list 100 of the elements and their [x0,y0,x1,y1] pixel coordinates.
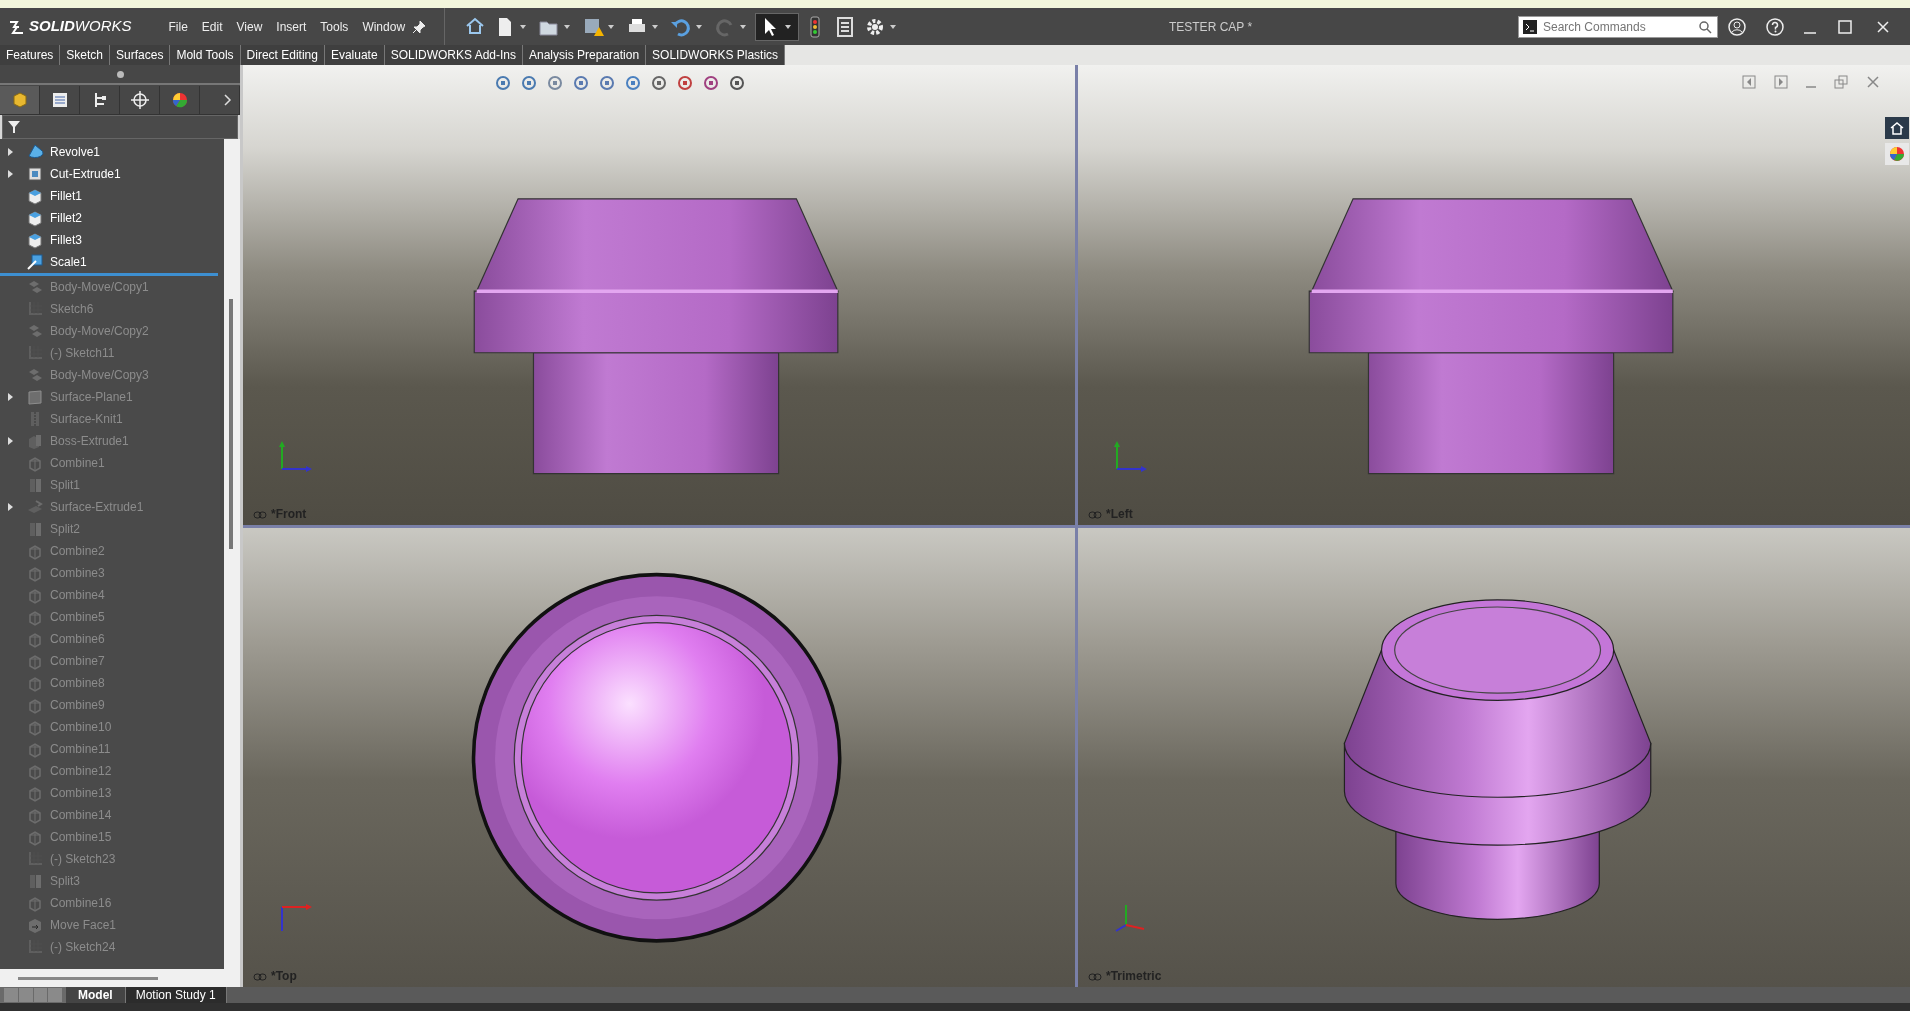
expand-arrow-icon[interactable] [8,148,13,156]
filter-field[interactable] [2,115,238,139]
combine-feature-icon [26,586,44,604]
feature-tree-item[interactable]: Fillet2 [0,207,224,229]
feature-tree-item[interactable]: Split1 [0,474,224,496]
menu-item[interactable]: View [229,15,270,38]
bottom-tab[interactable]: Model [66,987,126,1003]
menu-item[interactable]: Window [355,15,413,38]
feature-tree-item[interactable]: Split3 [0,870,224,892]
menu-item[interactable]: Tools [313,15,356,38]
bottom-tab[interactable]: Motion Study 1 [125,987,227,1003]
feature-tree-item[interactable]: Cut-Extrude1 [0,163,224,185]
next-viewport-icon[interactable] [1774,75,1788,89]
fillet-feature-icon [26,187,44,205]
combine-feature-icon [26,828,44,846]
expand-arrow-icon[interactable] [8,393,13,401]
color-wheel-icon [1889,146,1905,162]
feature-tree-item[interactable]: Combine4 [0,584,224,606]
menu-item[interactable]: Edit [194,15,230,38]
feature-tree-item[interactable]: Combine2 [0,540,224,562]
feature-tree-item[interactable]: Body-Move/Copy2 [0,320,224,342]
revolve-feature-icon [26,143,44,161]
feature-tree-item[interactable]: (-) Sketch24 [0,936,224,958]
panel-tab[interactable] [0,85,40,114]
feature-tree-item[interactable]: Combine5 [0,606,224,628]
feature-tree-item[interactable]: Combine8 [0,672,224,694]
command-tab[interactable]: Mold Tools [170,45,241,65]
previous-viewport-icon[interactable] [1742,75,1756,89]
feature-tree-item[interactable]: Combine15 [0,826,224,848]
feature-tree-item[interactable]: (-) Sketch23 [0,848,224,870]
combine-feature-icon [26,806,44,824]
feature-tree-item[interactable]: Split2 [0,518,224,540]
cut-feature-icon [26,165,44,183]
expand-arrow-icon[interactable] [8,437,13,445]
combine-feature-icon [26,630,44,648]
feature-tree-item[interactable]: Combine7 [0,650,224,672]
pin-icon[interactable] [412,19,427,34]
maximize-icon [1836,17,1854,36]
combine-feature-icon [26,652,44,670]
combine-feature-icon [26,696,44,714]
feature-tree-item[interactable]: Combine16 [0,892,224,914]
feature-tree-item[interactable]: Fillet1 [0,185,224,207]
feature-tree-item[interactable]: Combine9 [0,694,224,716]
combine-feature-icon [26,454,44,472]
logo-text: SOLIDWORKS [29,16,132,37]
feature-tree-item[interactable]: (-) Sketch11 [0,342,224,364]
plane-feature-icon [26,388,44,406]
fillet-feature-icon [26,209,44,227]
chevron-right-icon [223,93,232,106]
command-tab[interactable]: SOLIDWORKS Plastics [646,45,786,65]
expand-arrow-icon[interactable] [8,170,13,178]
feature-tree-item[interactable]: Combine3 [0,562,224,584]
home-icon [1890,121,1904,135]
search-field[interactable]: Search Commands [1518,15,1718,38]
feature-tree-item[interactable]: Revolve1 [0,141,224,163]
feature-tree-item[interactable]: Fillet3 [0,229,224,251]
feature-tree-item[interactable]: Combine1 [0,452,224,474]
search-icon [1698,19,1712,34]
scrollbar-thumb[interactable] [229,299,233,549]
moveface-feature-icon [26,916,44,934]
command-tab[interactable]: Direct Editing [240,45,325,65]
feature-tree-item[interactable]: Surface-Extrude1 [0,496,224,518]
command-tab[interactable]: Surfaces [110,45,171,65]
command-tab[interactable]: Sketch [60,45,111,65]
feature-tree-item[interactable]: Combine11 [0,738,224,760]
command-tab[interactable]: SOLIDWORKS Add-Ins [384,45,523,65]
close-icon[interactable] [1866,75,1880,89]
combine-feature-icon [26,608,44,626]
home-view-button[interactable] [1885,117,1909,139]
menu-item[interactable]: Insert [269,15,314,38]
window-title: TESTER CAP * [1167,18,1254,36]
combine-feature-icon [26,894,44,912]
feature-tree-item[interactable]: Move Face1 [0,914,224,936]
pointer-button[interactable] [755,12,800,41]
surface-feature-icon [26,498,44,516]
panel-grip-dot[interactable] [116,70,124,78]
feature-tree-item[interactable]: Surface-Knit1 [0,408,224,430]
expand-arrow-icon[interactable] [8,503,13,511]
feature-tree-item[interactable]: Combine12 [0,760,224,782]
feature-tree-item[interactable]: Scale1 [0,251,224,273]
command-tab[interactable]: Analysis Preparation [523,45,647,65]
feature-tree-item[interactable]: Body-Move/Copy3 [0,364,224,386]
help-icon [1766,17,1784,36]
command-tab[interactable]: Features [0,45,61,65]
feature-tree-item[interactable]: Surface-Plane1 [0,386,224,408]
combine-feature-icon [26,784,44,802]
appearance-button[interactable] [1885,143,1909,165]
menu-item[interactable]: File [161,15,195,38]
command-tab[interactable]: Evaluate [324,45,385,65]
scrollbar-thumb[interactable] [18,976,158,980]
feature-tree-item[interactable]: Combine14 [0,804,224,826]
feature-tree-item[interactable]: Combine13 [0,782,224,804]
feature-tree-item[interactable]: Boss-Extrude1 [0,430,224,452]
combine-feature-icon [26,718,44,736]
feature-tree-item[interactable]: Body-Move/Copy1 [0,276,224,298]
scale-feature-icon [26,253,44,271]
feature-tree-item[interactable]: Combine6 [0,628,224,650]
feature-tree-item[interactable]: Combine10 [0,716,224,738]
fillet-feature-icon [26,231,44,249]
feature-tree-item[interactable]: Sketch6 [0,298,224,320]
